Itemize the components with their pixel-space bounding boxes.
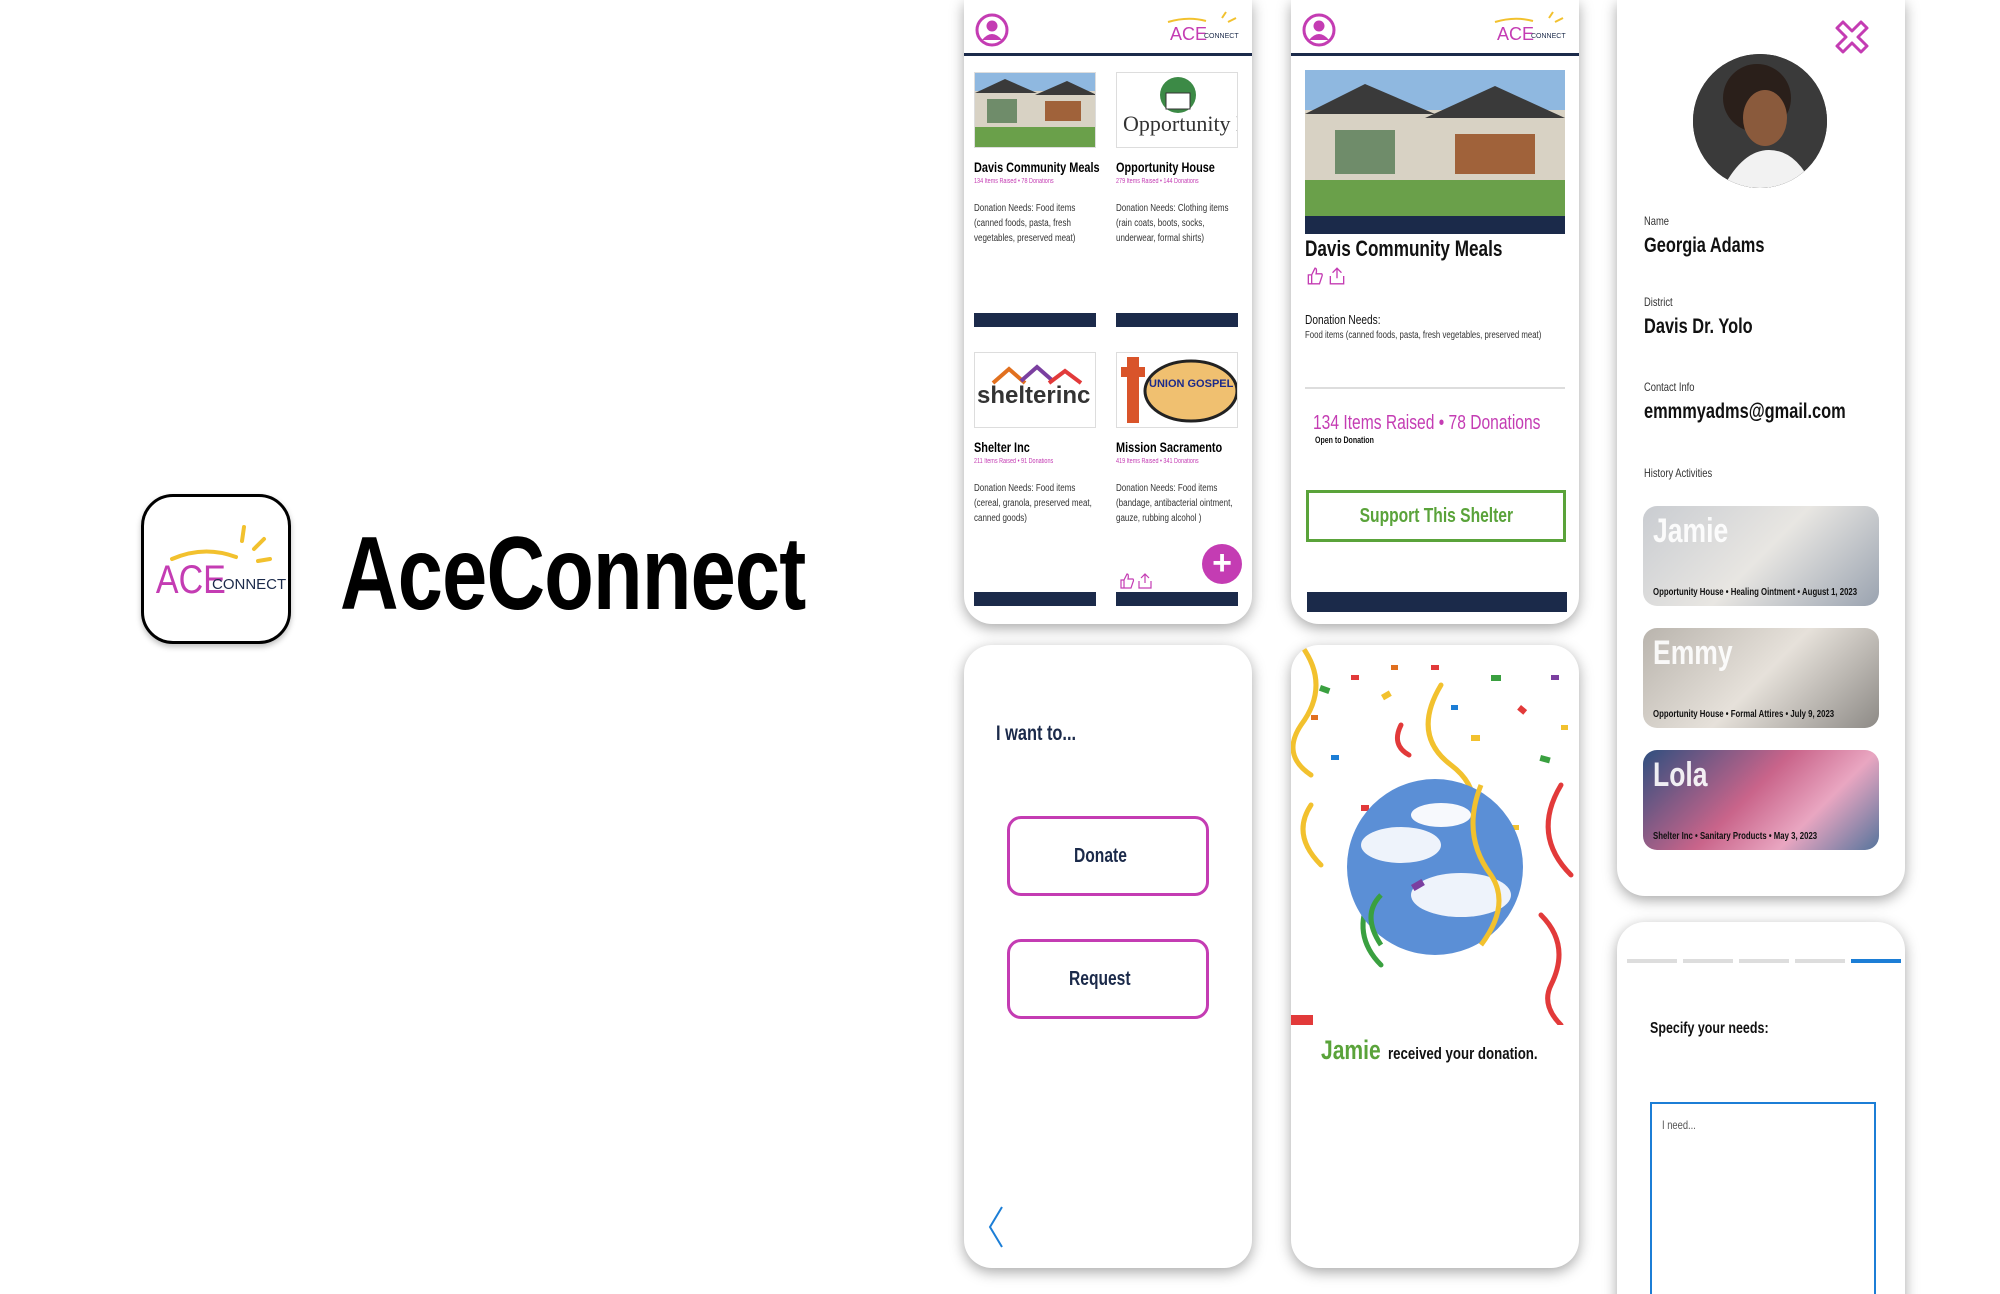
contact-value: emmmyadms@gmail.com — [1644, 400, 1846, 423]
shelter-title: Davis Community Meals — [1305, 236, 1503, 261]
shelter-detail-screen: ACE CONNECT Davis Community Meals Donati… — [1291, 0, 1579, 624]
confirmation-message: Jamie received your donation. — [1321, 1035, 1579, 1066]
back-chevron-icon[interactable] — [986, 1205, 1006, 1249]
shelter-photo — [974, 72, 1096, 148]
history-donor: Emmy — [1653, 634, 1733, 672]
svg-text:UNION GOSPEL MISSION: UNION GOSPEL MISSION — [1149, 378, 1238, 390]
shelter-stats: 134 Items Raised • 78 Donations — [974, 178, 1054, 185]
shelter-needs: Donation Needs: Food items (canned foods… — [974, 203, 1076, 244]
history-caption: Opportunity House • Formal Attires • Jul… — [1653, 709, 1835, 720]
opportunity-house-logo: Opportunity House — [1116, 72, 1238, 148]
needs-textarea[interactable]: I need... — [1650, 1102, 1876, 1294]
user-avatar-icon[interactable] — [1301, 12, 1337, 48]
shelter-card[interactable]: UNION GOSPEL MISSION Mission Sacramento … — [1116, 352, 1238, 526]
svg-text:CONNECT: CONNECT — [212, 576, 286, 593]
history-card[interactable]: Emmy Opportunity House • Formal Attires … — [1643, 628, 1879, 728]
needs-text: Food items (canned foods, pasta, fresh v… — [1305, 330, 1542, 341]
history-donor: Lola — [1653, 756, 1708, 794]
shelter-needs: Donation Needs: Food items (bandage, ant… — [1116, 483, 1233, 524]
svg-text:ACE: ACE — [1170, 24, 1207, 44]
progress-step — [1795, 959, 1845, 963]
shelter-inc-logo: shelterinc — [974, 352, 1096, 428]
profile-screen: Name Georgia Adams District Davis Dr. Yo… — [1617, 0, 1905, 896]
app-title: AceConnect — [340, 516, 806, 632]
confetti-graphic — [1291, 645, 1574, 1025]
top-bar: ACE CONNECT — [964, 0, 1252, 56]
progress-step — [1739, 959, 1789, 963]
request-button[interactable]: Request — [1007, 939, 1209, 1019]
history-donor: Jamie — [1653, 512, 1729, 550]
history-caption: Shelter Inc • Sanitary Products • May 3,… — [1653, 831, 1818, 842]
user-avatar-icon[interactable] — [974, 12, 1010, 48]
close-icon[interactable] — [1833, 18, 1871, 56]
history-card[interactable]: Lola Shelter Inc • Sanitary Products • M… — [1643, 750, 1879, 850]
shelter-name: Shelter Inc — [974, 439, 1030, 455]
add-button[interactable]: + — [1202, 544, 1242, 584]
confirmation-screen: Jamie received your donation. — [1291, 645, 1579, 1268]
shelter-card[interactable]: shelterinc Shelter Inc 211 Items Raised … — [974, 352, 1096, 526]
shelter-photo — [1305, 70, 1565, 234]
support-shelter-button[interactable]: Support This Shelter — [1306, 490, 1566, 542]
svg-text:shelterinc: shelterinc — [977, 382, 1090, 409]
history-card[interactable]: Jamie Opportunity House • Healing Ointme… — [1643, 506, 1879, 606]
card-footer-bar — [974, 313, 1096, 327]
share-icon[interactable] — [1327, 266, 1347, 286]
raised-stats: 134 Items Raised • 78 Donations — [1313, 412, 1541, 434]
shelter-stats: 211 Items Raised • 91 Donations — [974, 458, 1054, 465]
shelter-needs: Donation Needs: Clothing items (rain coa… — [1116, 203, 1229, 244]
district-label: District — [1644, 295, 1673, 309]
shelter-name: Davis Community Meals — [974, 159, 1100, 175]
aceconnect-logo-small: ACE CONNECT — [1167, 11, 1239, 44]
history-label: History Activities — [1644, 466, 1713, 480]
name-label: Name — [1644, 214, 1669, 228]
svg-text:ACE: ACE — [1497, 24, 1534, 44]
shelter-name: Opportunity House — [1116, 159, 1215, 175]
svg-text:CONNECT: CONNECT — [1531, 33, 1566, 40]
recipient-name: Jamie — [1321, 1035, 1381, 1065]
request-form-screen: Specify your needs: I need... — [1617, 922, 1905, 1294]
donate-button[interactable]: Donate — [1007, 816, 1209, 896]
aceconnect-logo-small: ACE CONNECT — [1494, 11, 1566, 44]
like-icon[interactable] — [1305, 266, 1325, 286]
shelter-name: Mission Sacramento — [1116, 439, 1223, 455]
name-value: Georgia Adams — [1644, 234, 1765, 257]
shelter-stats: 279 Items Raised • 144 Donations — [1116, 178, 1199, 185]
card-footer-bar — [1116, 313, 1238, 327]
divider — [1305, 387, 1565, 389]
svg-text:CONNECT: CONNECT — [1204, 33, 1239, 40]
form-title: Specify your needs: — [1650, 1020, 1769, 1037]
shelter-needs: Donation Needs: Food items (cereal, gran… — [974, 483, 1092, 524]
top-bar: ACE CONNECT — [1291, 0, 1579, 56]
progress-step — [1683, 959, 1733, 963]
feed-screen: ACE CONNECT Davis Community Meals 134 It… — [964, 0, 1252, 624]
history-caption: Opportunity House • Healing Ointment • A… — [1653, 587, 1858, 598]
open-status: Open to Donation — [1315, 435, 1374, 445]
progress-step-active — [1851, 959, 1901, 963]
contact-label: Contact Info — [1644, 380, 1695, 394]
shelter-card[interactable]: Opportunity House Opportunity House 279 … — [1116, 72, 1238, 246]
confirmation-text: received your donation. — [1387, 1044, 1538, 1063]
choice-screen: I want to... Donate Request — [964, 645, 1252, 1268]
choice-title: I want to... — [996, 722, 1077, 745]
district-value: Davis Dr. Yolo — [1644, 315, 1753, 338]
shelter-card[interactable]: Davis Community Meals 134 Items Raised •… — [974, 72, 1100, 246]
profile-photo — [1693, 54, 1827, 188]
card-footer-bar — [1116, 592, 1238, 606]
share-icon[interactable] — [1136, 572, 1154, 590]
needs-label: Donation Needs: — [1305, 312, 1381, 327]
aceconnect-logo: ACE CONNECT — [156, 525, 286, 602]
card-footer-bar — [974, 592, 1096, 606]
progress-step — [1627, 959, 1677, 963]
union-gospel-mission-logo: UNION GOSPEL MISSION — [1116, 352, 1238, 428]
like-icon[interactable] — [1118, 572, 1136, 590]
app-icon: ACE CONNECT — [141, 494, 291, 644]
footer-bar — [1307, 592, 1567, 612]
shelter-stats: 419 Items Raised • 341 Donations — [1116, 458, 1199, 465]
svg-text:Opportunity House: Opportunity House — [1123, 111, 1238, 136]
